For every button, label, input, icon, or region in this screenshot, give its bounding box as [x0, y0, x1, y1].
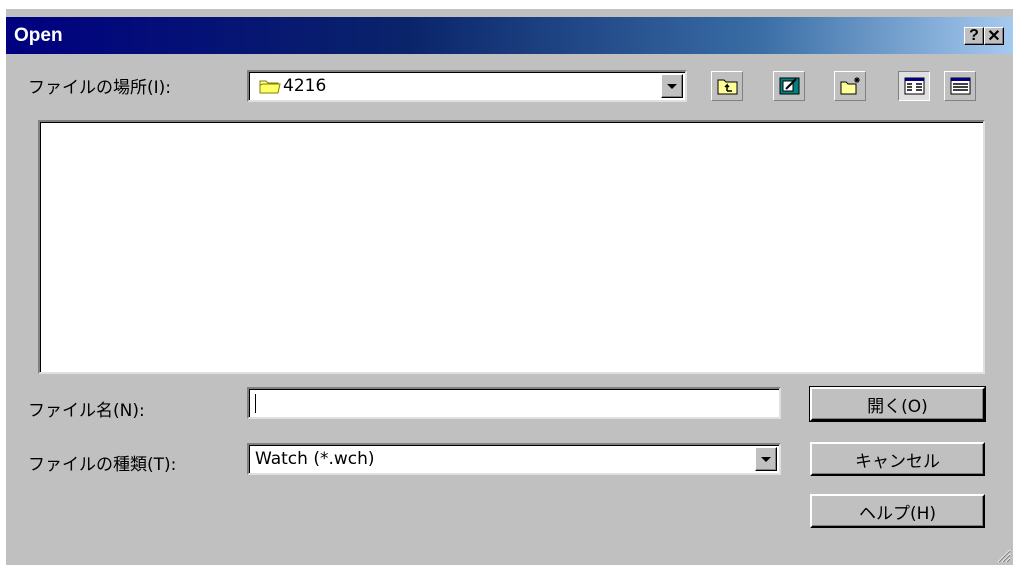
cancel-button[interactable]: キャンセル — [810, 442, 985, 476]
list-view-button[interactable] — [898, 71, 930, 101]
new-folder-icon — [840, 77, 860, 95]
file-type-value: Watch (*.wch) — [255, 449, 375, 469]
title-bar[interactable]: Open ? ✕ — [6, 17, 1013, 54]
file-type-dropdown-button[interactable] — [755, 447, 777, 471]
help-button[interactable]: ヘルプ(H) — [810, 494, 985, 528]
open-dialog: Open ? ✕ ファイルの場所(I): 4216 ファイル名(N): ファイル… — [6, 9, 1013, 565]
details-view-button[interactable] — [944, 71, 976, 101]
desktop-icon — [779, 77, 800, 95]
up-one-level-button[interactable] — [711, 71, 743, 101]
look-in-combo[interactable]: 4216 — [247, 70, 687, 102]
file-type-label: ファイルの種類(T): — [28, 455, 177, 475]
size-grip-icon[interactable] — [995, 547, 1011, 563]
folder-icon — [259, 78, 281, 99]
look-in-label: ファイルの場所(I): — [28, 78, 172, 98]
list-view-icon — [904, 77, 925, 95]
window-title: Open — [14, 25, 63, 46]
look-in-value: 4216 — [283, 76, 327, 96]
look-in-dropdown-button[interactable] — [661, 74, 683, 98]
details-view-icon — [950, 77, 971, 95]
close-caption-button[interactable]: ✕ — [984, 27, 1004, 45]
up-one-level-icon — [717, 79, 738, 95]
open-button[interactable]: 開く(O) — [809, 386, 986, 422]
new-folder-button[interactable] — [834, 71, 866, 101]
file-type-combo[interactable]: Watch (*.wch) — [247, 443, 781, 475]
desktop-button[interactable] — [773, 71, 805, 101]
file-list[interactable] — [38, 120, 985, 374]
file-name-label: ファイル名(N): — [28, 401, 145, 421]
file-name-input[interactable] — [247, 387, 781, 419]
help-caption-button[interactable]: ? — [964, 27, 984, 45]
text-caret — [255, 394, 256, 413]
